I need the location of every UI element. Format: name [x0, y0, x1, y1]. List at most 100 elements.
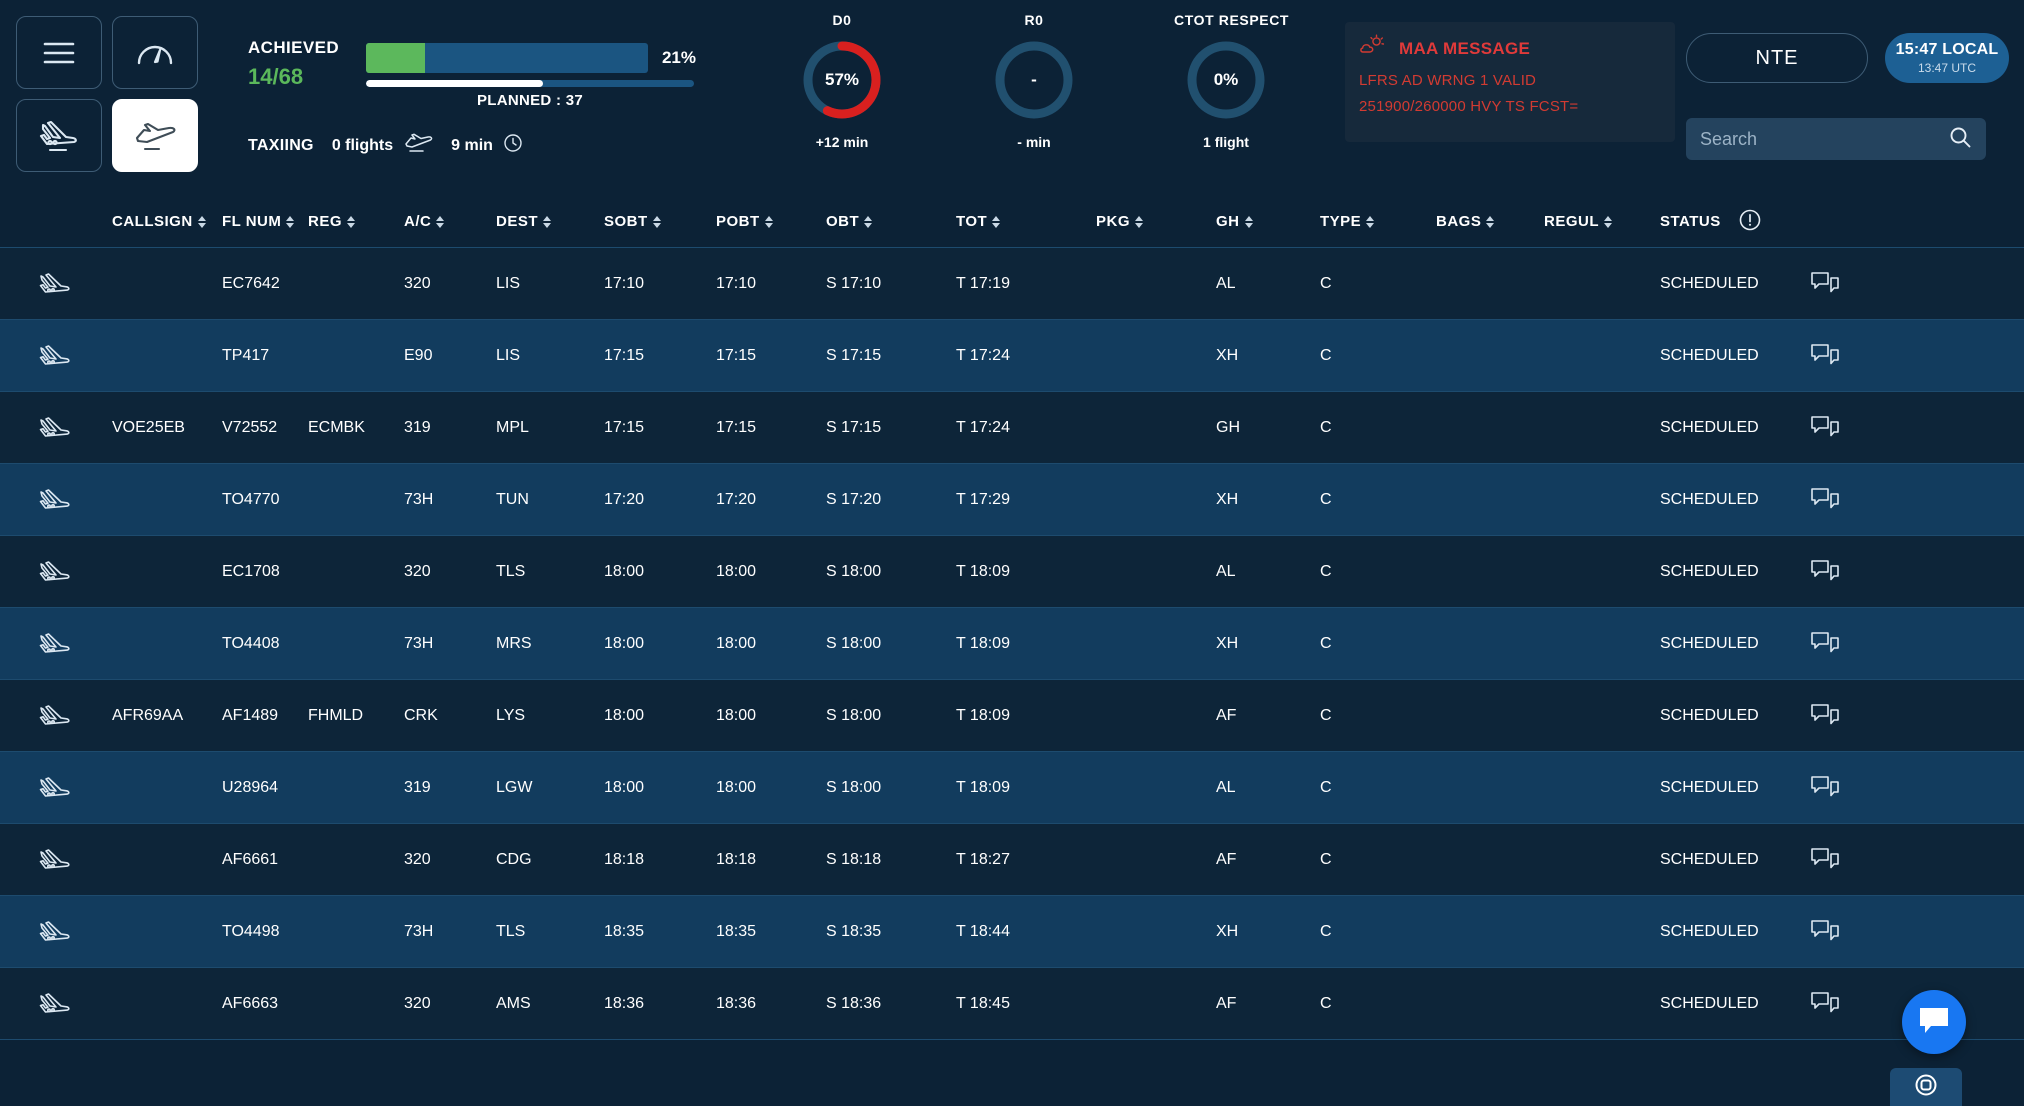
sort-arrows-icon[interactable]	[1244, 215, 1253, 228]
column-header-type[interactable]: TYPE	[1320, 213, 1436, 230]
column-header-ac[interactable]: A/C	[404, 213, 496, 230]
table-row[interactable]: TO4408 73H MRS 18:00 18:00 S 18:00 T 18:09 XH C S…	[0, 608, 2024, 680]
column-header-pkg[interactable]: PKG	[1096, 213, 1216, 230]
table-row[interactable]: U28964 319 LGW 18:00 18:00 S 18:00 T 18:09 AL C S…	[0, 752, 2024, 824]
gauge-title: D0	[832, 12, 852, 28]
maa-line-1: LFRS AD WRNG 1 VALID	[1359, 72, 1537, 89]
search-box[interactable]	[1686, 118, 1986, 160]
comment-icon[interactable]	[1810, 271, 1900, 297]
sort-arrows-icon[interactable]	[1135, 215, 1144, 228]
sort-arrows-icon[interactable]	[652, 215, 661, 228]
chat-fab-button[interactable]	[1902, 990, 1966, 1054]
column-header-pobt[interactable]: POBT	[716, 213, 826, 230]
cell-tot: T 18:44	[956, 922, 1010, 940]
comment-icon[interactable]	[1810, 415, 1900, 441]
menu-button[interactable]	[16, 16, 102, 89]
table-row[interactable]: AFR69AA AF1489 FHMLD CRK LYS 18:00 18:00 S 18:0…	[0, 680, 2024, 752]
comment-icon[interactable]	[1810, 487, 1900, 513]
sort-arrows-icon[interactable]	[764, 215, 773, 228]
comment-icon[interactable]	[1810, 919, 1900, 945]
sort-arrows-icon[interactable]	[436, 215, 445, 228]
column-header-label: REGUL	[1544, 213, 1599, 230]
column-header-dest[interactable]: DEST	[496, 213, 604, 230]
sort-arrows-icon[interactable]	[1604, 215, 1612, 228]
sort-arrows-icon[interactable]	[197, 215, 206, 228]
plane-takeoff-icon	[0, 558, 112, 586]
cell-dest: LYS	[496, 706, 526, 724]
sort-arrows-icon[interactable]	[1486, 215, 1495, 228]
cell-flnum: V72552	[222, 418, 278, 436]
cell-obt: S 18:36	[826, 994, 882, 1012]
station-selector-button[interactable]: NTE	[1686, 33, 1868, 83]
arrivals-button[interactable]	[16, 99, 102, 172]
cell-sobt: 18:00	[604, 562, 645, 580]
cell-sobt: 17:20	[604, 490, 645, 508]
column-header-bags[interactable]: BAGS	[1436, 213, 1544, 230]
cell-ac: 319	[404, 418, 431, 436]
cell-dest: AMS	[496, 994, 531, 1012]
column-header-reg[interactable]: REG	[308, 213, 404, 230]
gauge-value: 0%	[1213, 70, 1239, 89]
cell-type: C	[1320, 778, 1332, 796]
cell-status: SCHEDULED	[1660, 490, 1759, 508]
comment-icon[interactable]	[1810, 631, 1900, 657]
cell-pobt: 17:10	[716, 274, 757, 292]
table-row[interactable]: TO4498 73H TLS 18:35 18:35 S 18:35 T 18:44 XH C S…	[0, 896, 2024, 968]
comment-icon[interactable]	[1810, 847, 1900, 873]
cell-sobt: 18:18	[604, 850, 645, 868]
column-header-obt[interactable]: OBT	[826, 213, 956, 230]
achieved-value: 14/68	[248, 64, 304, 89]
column-header-flnum[interactable]: FL NUM	[222, 213, 308, 230]
cell-obt: S 17:20	[826, 490, 882, 508]
comment-icon[interactable]	[1810, 991, 1900, 1017]
cell-flnum: TO4498	[222, 922, 280, 940]
cell-type: C	[1320, 706, 1332, 724]
gauge-r0: R0 - - min	[982, 12, 1086, 150]
cell-gh: XH	[1216, 346, 1239, 364]
planned-label: PLANNED : 37	[476, 92, 584, 109]
column-header-sobt[interactable]: SOBT	[604, 213, 716, 230]
cell-status: SCHEDULED	[1660, 274, 1759, 292]
comment-icon[interactable]	[1810, 343, 1900, 369]
sort-arrows-icon[interactable]	[864, 215, 873, 228]
table-row[interactable]: EC7642 320 LIS 17:10 17:10 S 17:10 T 17:19 AL C S…	[0, 248, 2024, 320]
comment-icon[interactable]	[1810, 775, 1900, 801]
planned-progress-bar	[366, 80, 694, 87]
maa-message-panel[interactable]: MAA MESSAGE LFRS AD WRNG 1 VALID 251900/…	[1345, 22, 1675, 142]
table-row[interactable]: AF6663 320 AMS 18:36 18:36 S 18:36 T 18:45 AF C S…	[0, 968, 2024, 1040]
cell-flnum: TP417	[222, 346, 270, 364]
column-header-label: BAGS	[1436, 213, 1482, 230]
sort-arrows-icon[interactable]	[543, 215, 552, 228]
sort-arrows-icon[interactable]	[1366, 215, 1375, 228]
table-row[interactable]: AF6661 320 CDG 18:18 18:18 S 18:18 T 18:27 AF C S…	[0, 824, 2024, 896]
departures-button[interactable]	[112, 99, 198, 172]
search-icon[interactable]	[1948, 125, 1972, 154]
table-row[interactable]: EC1708 320 TLS 18:00 18:00 S 18:00 T 18:09 AL C S…	[0, 536, 2024, 608]
column-header-gh[interactable]: GH	[1216, 213, 1320, 230]
clock-badge[interactable]: 15:47 LOCAL 13:47 UTC	[1885, 33, 2009, 83]
column-header-call[interactable]: CALLSIGN	[112, 213, 222, 230]
table-row[interactable]: TO4770 73H TUN 17:20 17:20 S 17:20 T 17:29 XH C S…	[0, 464, 2024, 536]
comment-icon[interactable]	[1810, 559, 1900, 585]
info-circle-icon[interactable]	[1738, 208, 1762, 236]
cell-tot: T 17:24	[956, 346, 1010, 364]
cell-pobt: 18:18	[716, 850, 757, 868]
sort-arrows-icon[interactable]	[286, 215, 295, 228]
comment-icon[interactable]	[1810, 703, 1900, 729]
column-header-label: PKG	[1096, 213, 1131, 230]
kpi-gauges: D0 57% +12 min R0 - - min CTOT RESPECT 0% 1 flig…	[790, 12, 1288, 150]
sort-arrows-icon[interactable]	[347, 215, 356, 228]
cell-ac: CRK	[404, 706, 438, 724]
maa-line-2: 251900/260000 HVY TS FCST=	[1359, 98, 1579, 115]
cell-status: SCHEDULED	[1660, 778, 1759, 796]
column-header-regul[interactable]: REGUL	[1544, 213, 1660, 230]
table-row[interactable]: TP417 E90 LIS 17:15 17:15 S 17:15 T 17:24 XH C SC…	[0, 320, 2024, 392]
table-row[interactable]: VOE25EB V72552 ECMBK 319 MPL 17:15 17:15 S 17:1…	[0, 392, 2024, 464]
dashboard-button[interactable]	[112, 16, 198, 89]
cell-type: C	[1320, 274, 1332, 292]
search-input[interactable]	[1700, 128, 1948, 150]
column-header-tot[interactable]: TOT	[956, 213, 1096, 230]
gauge-ctot-respect: CTOT RESPECT 0% 1 flight	[1174, 12, 1288, 150]
support-button[interactable]	[1890, 1068, 1962, 1106]
sort-arrows-icon[interactable]	[992, 215, 1001, 228]
